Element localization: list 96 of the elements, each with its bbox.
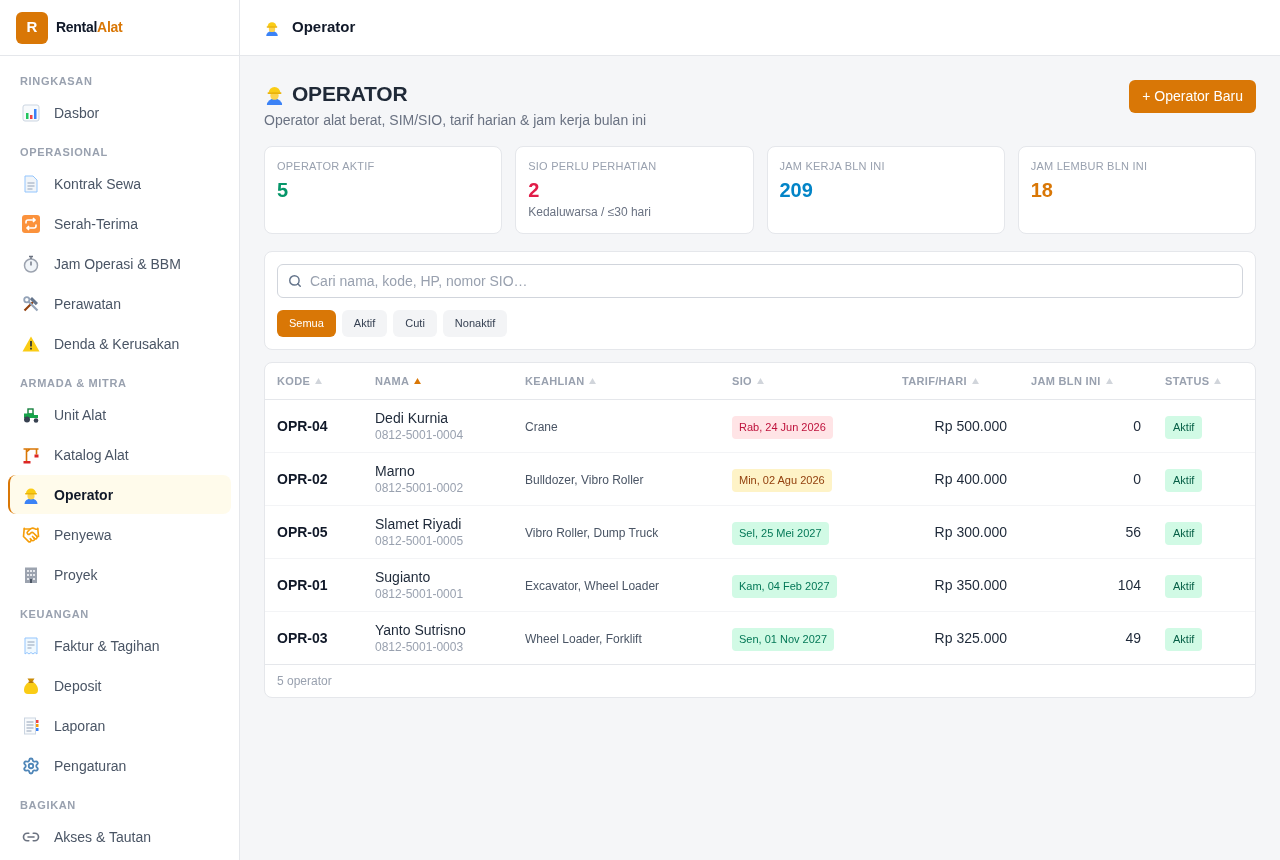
worker-icon: [264, 19, 280, 36]
phone-number: 0812-5001-0002: [375, 480, 465, 496]
report-icon: [22, 716, 40, 735]
settings-icon: [22, 756, 40, 775]
logo-mark: R: [16, 11, 48, 44]
skills-text: Crane: [525, 420, 558, 434]
sidebar-item[interactable]: Deposit: [8, 666, 231, 705]
daily-rate: Rp 325.000: [934, 630, 1007, 646]
daily-rate: Rp 400.000: [934, 471, 1007, 487]
status-badge: Aktif: [1165, 521, 1203, 545]
sidebar-item[interactable]: Laporan: [8, 706, 231, 745]
status-badge: Aktif: [1165, 627, 1203, 651]
stopwatch-icon: [22, 254, 40, 273]
monthly-hours: 0: [1133, 418, 1141, 434]
sidebar-item[interactable]: Operator: [8, 475, 231, 514]
operator-name: Slamet Riyadi: [375, 515, 463, 533]
monthly-hours: 49: [1125, 630, 1141, 646]
document-icon: [22, 174, 40, 193]
daily-rate: Rp 300.000: [934, 524, 1007, 540]
bar-chart-icon: [22, 103, 40, 122]
stat-label: OPERATOR AKTIF: [277, 159, 376, 174]
sio-date-badge: Sen, 01 Nov 2027: [732, 627, 835, 651]
status-badge: Aktif: [1165, 415, 1203, 439]
sidebar-item[interactable]: Kontrak Sewa: [8, 164, 231, 203]
status-badge: Aktif: [1165, 574, 1203, 598]
crane-icon: [22, 445, 40, 464]
sidebar-item[interactable]: Penyewa: [8, 515, 231, 554]
top-bar-title: Operator: [292, 17, 356, 38]
office-building-icon: [22, 565, 40, 584]
tools-icon: [22, 294, 40, 313]
repeat-arrows-icon: [22, 214, 40, 233]
operator-code: OPR-02: [277, 471, 328, 487]
filter-chip[interactable]: Aktif: [341, 310, 388, 337]
operator-code: OPR-04: [277, 418, 328, 434]
sidebar-section-title: OPERASIONAL: [19, 145, 109, 160]
sidebar-item[interactable]: Faktur & Tagihan: [8, 626, 231, 665]
sio-date-badge: Min, 02 Agu 2026: [732, 468, 832, 492]
sidebar-item[interactable]: Denda & Kerusakan: [8, 324, 231, 363]
daily-rate: Rp 500.000: [934, 418, 1007, 434]
stat-label: JAM LEMBUR BLN INI: [1030, 159, 1149, 174]
phone-number: 0812-5001-0005: [375, 533, 465, 549]
operator-code: OPR-05: [277, 524, 328, 540]
stat-note: Kedaluwarsa / ≤30 hari: [528, 204, 652, 220]
stat-value: 5: [277, 178, 290, 203]
skills-text: Excavator, Wheel Loader: [525, 579, 660, 593]
money-bag-icon: [22, 676, 40, 695]
filter-chip[interactable]: Nonaktif: [442, 310, 508, 337]
operator-name: Yanto Sutrisno: [375, 621, 467, 639]
filter-chip[interactable]: Cuti: [393, 310, 437, 337]
sidebar-item[interactable]: Unit Alat: [8, 395, 231, 434]
warning-icon: [22, 334, 40, 353]
skills-text: Wheel Loader, Forklift: [525, 632, 642, 646]
stat-label: JAM KERJA BLN INI: [779, 159, 886, 174]
skills-text: Vibro Roller, Dump Truck: [525, 526, 659, 540]
status-badge: Aktif: [1165, 468, 1203, 492]
daily-rate: Rp 350.000: [934, 577, 1007, 593]
sidebar-item[interactable]: Serah-Terima: [8, 204, 231, 243]
sidebar-item[interactable]: Katalog Alat: [8, 435, 231, 474]
monthly-hours: 0: [1133, 471, 1141, 487]
operator-name: Sugianto: [375, 568, 432, 586]
operator-name: Dedi Kurnia: [375, 409, 450, 427]
stat-value: 2: [528, 178, 541, 203]
sidebar-section-title: RINGKASAN: [19, 74, 94, 89]
sidebar-section-title: ARMADA & MITRA: [19, 376, 128, 391]
sidebar-item[interactable]: Akses & Tautan: [8, 817, 231, 856]
sidebar-item[interactable]: Dasbor: [8, 93, 231, 132]
stat-label: SIO PERLU PERHATIAN: [528, 159, 658, 174]
phone-number: 0812-5001-0003: [375, 639, 465, 655]
page-title: OPERATOR: [292, 81, 408, 107]
sidebar-item[interactable]: Jam Operasi & BBM: [8, 244, 231, 283]
monthly-hours: 104: [1117, 577, 1141, 593]
stat-value: 209: [779, 178, 814, 203]
sidebar-section-title: KEUANGAN: [19, 607, 90, 622]
handshake-icon: [22, 525, 40, 544]
stat-value: 18: [1030, 178, 1054, 203]
operator-code: OPR-01: [277, 577, 328, 593]
sio-date-badge: Kam, 04 Feb 2027: [732, 574, 837, 598]
operator-code: OPR-03: [277, 630, 328, 646]
sio-date-badge: Sel, 25 Mei 2027: [732, 521, 829, 545]
monthly-hours: 56: [1125, 524, 1141, 540]
sidebar-item[interactable]: Proyek: [8, 555, 231, 594]
page-subtitle: Operator alat berat, SIM/SIO, tarif harian & jam kerja bulan ini: [264, 111, 647, 130]
phone-number: 0812-5001-0004: [375, 427, 465, 443]
skills-text: Bulldozer, Vibro Roller: [525, 473, 644, 487]
search-icon: [288, 274, 302, 288]
sidebar-item[interactable]: Perawatan: [8, 284, 231, 323]
sio-date-badge: Rab, 24 Jun 2026: [732, 415, 833, 439]
search-field[interactable]: Cari nama, kode, HP, nomor SIO…: [277, 264, 1243, 298]
row-count: 5 operator: [277, 673, 332, 690]
sidebar-item[interactable]: Pengaturan: [8, 746, 231, 785]
receipt-icon: [22, 636, 40, 655]
phone-number: 0812-5001-0001: [375, 586, 465, 602]
tractor-icon: [22, 405, 40, 424]
brand-name: RentalAlat: [56, 18, 123, 37]
sidebar-section-title: BAGIKAN: [19, 798, 77, 813]
operator-name: Marno: [375, 462, 416, 480]
